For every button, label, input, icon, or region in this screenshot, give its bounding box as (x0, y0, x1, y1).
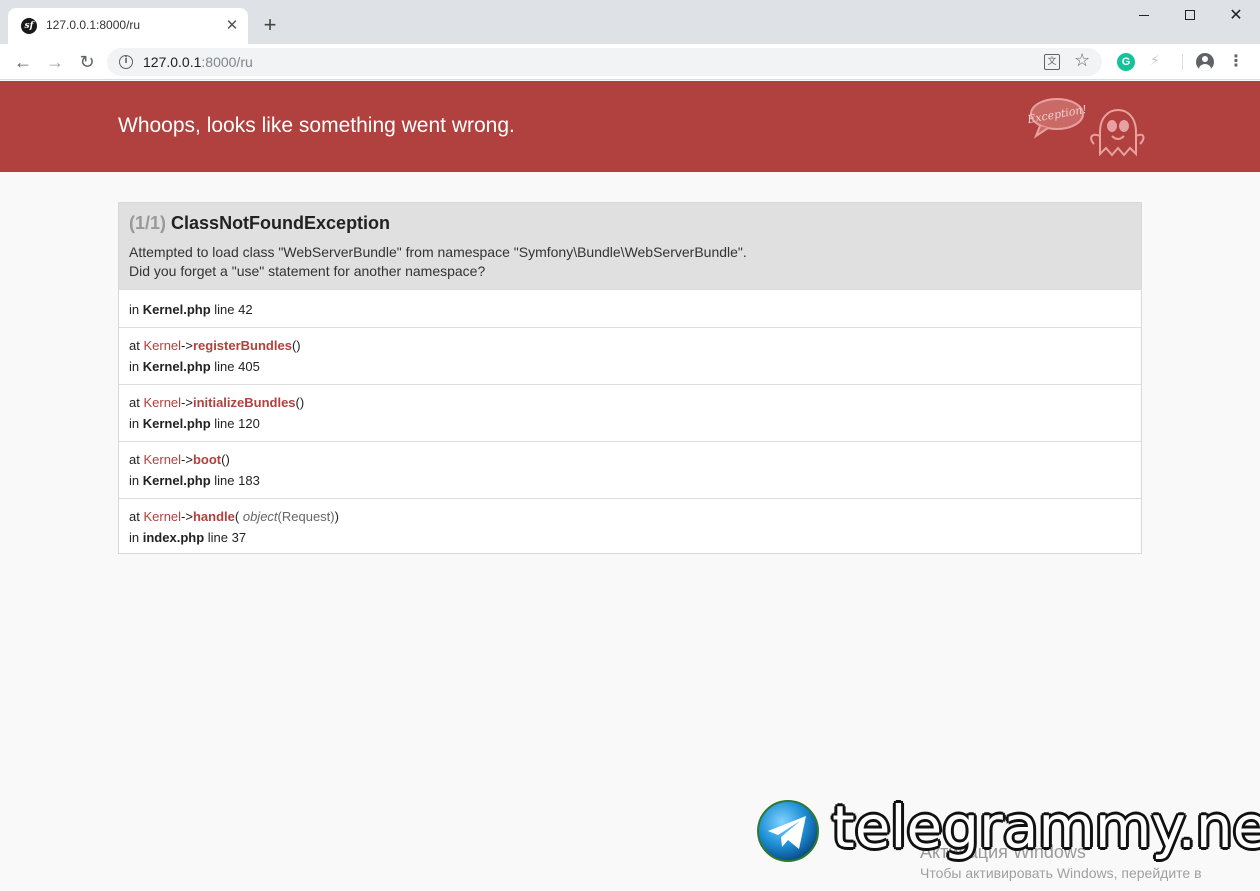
url-host: 127.0.0.1 (143, 54, 202, 70)
trace-call: at Kernel->initializeBundles() (129, 395, 1131, 411)
reload-button[interactable]: ↻ (73, 48, 101, 76)
trace-row: in Kernel.php line 42 (119, 289, 1141, 327)
trace-function: boot (192, 452, 222, 467)
trace-file: Kernel.php (142, 302, 211, 317)
tab-title: 127.0.0.1:8000/ru (46, 18, 141, 32)
browser-menu-icon[interactable]: ⋮ (1228, 50, 1244, 74)
trace-args-close: ) (334, 509, 339, 524)
trace-arrow: -> (181, 338, 193, 353)
trace-args-close: ) (225, 452, 230, 467)
trace-function: handle (192, 509, 235, 524)
trace-at-label: at (129, 509, 140, 524)
trace-location: in Kernel.php line 405 (129, 359, 1131, 375)
toolbar-divider (1182, 54, 1183, 70)
exception-ghost-icon: Exception! (1028, 98, 1145, 157)
trace-at-label: at (129, 395, 140, 410)
trace-in-label: in (129, 473, 140, 488)
trace-line: line 42 (214, 302, 253, 317)
trace-location: in index.php line 37 (129, 530, 1131, 546)
trace-file: Kernel.php (142, 416, 211, 431)
trace-line: line 120 (214, 416, 260, 431)
trace-at-label: at (129, 338, 140, 353)
trace-arrow: -> (181, 509, 193, 524)
window-close-button[interactable]: ✕ (1213, 0, 1259, 32)
exception-count: (1/1) (129, 213, 167, 233)
browser-titlebar: sf 127.0.0.1:8000/ru ✕ + ✕ (0, 0, 1260, 44)
minimize-icon (1139, 15, 1149, 16)
trace-row: at Kernel->boot() in Kernel.php line 183 (119, 441, 1141, 498)
telegram-logo-icon (757, 800, 819, 862)
trace-file: index.php (142, 530, 205, 545)
trace-function: registerBundles (192, 338, 292, 353)
trace-line: line 37 (207, 530, 247, 545)
site-info-icon[interactable]: i (119, 55, 133, 69)
url-path: :8000/ru (201, 54, 253, 70)
window-minimize-button[interactable] (1121, 0, 1167, 32)
exception-panel: (1/1) ClassNotFoundException Attempted t… (118, 202, 1142, 554)
trace-at-label: at (129, 452, 140, 467)
trace-class: Kernel (143, 452, 182, 467)
trace-class: Kernel (143, 509, 182, 524)
translate-icon[interactable]: 文 (1044, 54, 1060, 70)
exception-message: Attempted to load class "WebServerBundle… (129, 243, 1131, 281)
exception-class: ClassNotFoundException (171, 213, 391, 233)
trace-args-close: ) (296, 338, 301, 353)
trace-arg-value: (Request) (277, 509, 335, 524)
trace-line: line 183 (214, 473, 260, 488)
trace-file: Kernel.php (142, 473, 211, 488)
exception-message-line: Did you forget a "use" statement for ano… (129, 263, 486, 279)
trace-location: in Kernel.php line 183 (129, 473, 1131, 489)
trace-line: line 405 (214, 359, 260, 374)
window-maximize-button[interactable] (1167, 0, 1213, 32)
maximize-icon (1185, 10, 1195, 20)
exception-title: (1/1) ClassNotFoundException (129, 213, 1131, 234)
trace-call: at Kernel->boot() (129, 452, 1131, 468)
windows-activation-subtitle: Чтобы активировать Windows, перейдите в (920, 865, 1202, 881)
profile-avatar-icon[interactable] (1196, 53, 1214, 71)
trace-in-label: in (129, 530, 140, 545)
trace-row: at Kernel->handle( object(Request)) in i… (119, 498, 1141, 555)
trace-file: Kernel.php (142, 359, 211, 374)
new-tab-button[interactable]: + (258, 14, 282, 38)
trace-class: Kernel (143, 395, 182, 410)
exception-header: (1/1) ClassNotFoundException Attempted t… (119, 203, 1141, 289)
trace-location: in Kernel.php line 42 (129, 302, 1131, 318)
trace-location: in Kernel.php line 120 (129, 416, 1131, 432)
address-bar[interactable]: i 127.0.0.1:8000/ru 文 ☆ (107, 48, 1102, 76)
forward-button[interactable]: → (41, 48, 69, 76)
trace-row: at Kernel->initializeBundles() in Kernel… (119, 384, 1141, 441)
page-title: Whoops, looks like something went wrong. (118, 114, 515, 137)
back-button[interactable]: ← (9, 48, 37, 76)
trace-in-label: in (129, 416, 140, 431)
browser-toolbar: ← → ↻ i 127.0.0.1:8000/ru 文 ☆ G ⚡ ⋮ (0, 44, 1260, 80)
trace-in-label: in (129, 302, 140, 317)
symfony-favicon-icon: sf (21, 18, 37, 34)
bolt-extension-icon[interactable]: ⚡ (1150, 52, 1160, 69)
bookmark-star-icon[interactable]: ☆ (1074, 50, 1090, 71)
tab-close-icon[interactable]: ✕ (222, 16, 242, 36)
grammarly-extension-icon[interactable]: G (1117, 53, 1135, 71)
exception-message-line: Attempted to load class "WebServerBundle… (129, 244, 747, 260)
trace-arrow: -> (181, 452, 193, 467)
trace-class: Kernel (143, 338, 182, 353)
trace-row: at Kernel->registerBundles() in Kernel.p… (119, 327, 1141, 384)
url-text[interactable]: 127.0.0.1:8000/ru (143, 54, 253, 70)
browser-tab[interactable]: sf 127.0.0.1:8000/ru ✕ (8, 8, 248, 44)
trace-call: at Kernel->registerBundles() (129, 338, 1131, 354)
trace-arg-type: object (242, 509, 278, 524)
trace-function: initializeBundles (192, 395, 296, 410)
trace-call: at Kernel->handle( object(Request)) (129, 509, 1131, 525)
trace-args-close: ) (299, 395, 305, 410)
telegram-watermark-text: telegrammy.net (832, 793, 1260, 861)
trace-in-label: in (129, 359, 140, 374)
trace-args-open: ( (234, 509, 240, 524)
trace-arrow: -> (181, 395, 193, 410)
